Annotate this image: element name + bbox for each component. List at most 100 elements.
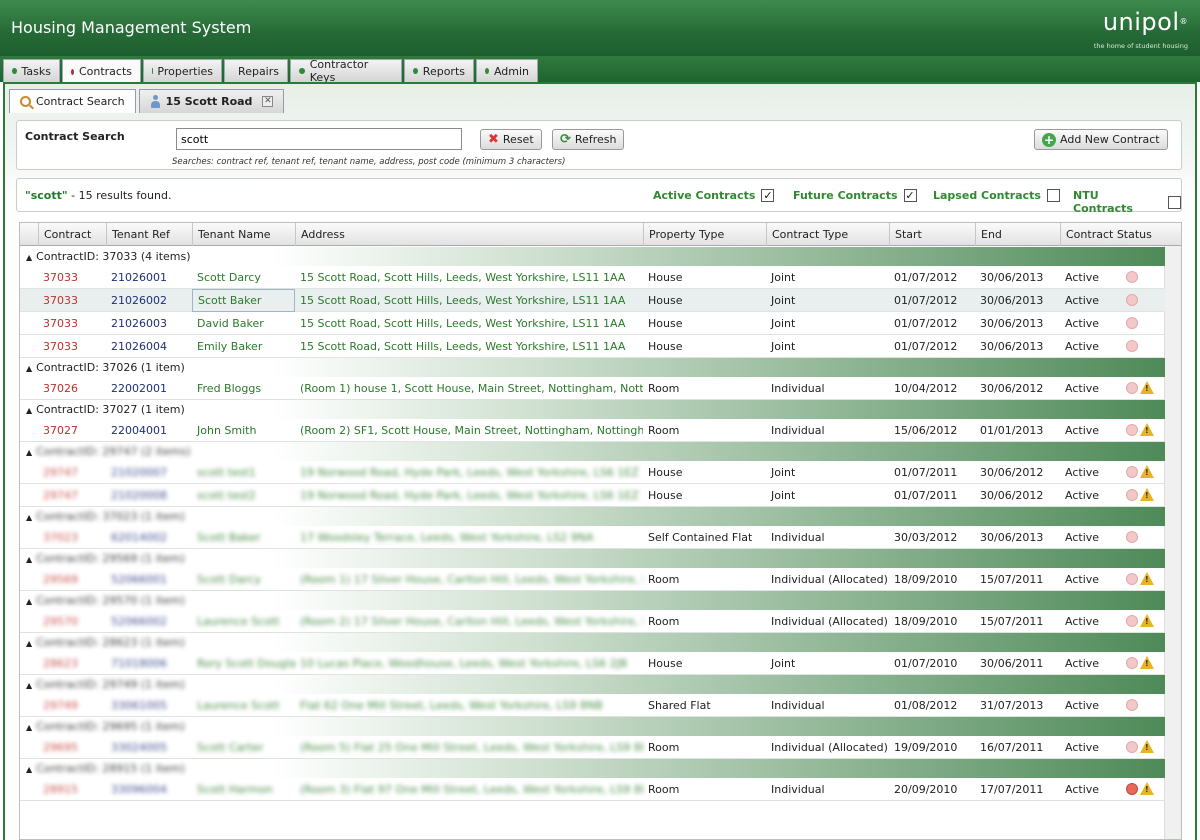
collapse-icon[interactable]: ▲	[26, 443, 32, 462]
cell-contract: 37027	[43, 424, 78, 437]
cell-tenant-name: Scott Baker	[192, 289, 295, 312]
filter-future-contracts[interactable]: Future Contracts ✓	[793, 189, 917, 202]
close-icon[interactable]: ✕	[262, 96, 274, 107]
collapse-icon[interactable]: ▲	[26, 592, 32, 611]
collapse-icon[interactable]: ▲	[26, 718, 32, 737]
tab-tasks[interactable]: Tasks	[3, 59, 60, 82]
table-row[interactable]: 37033 21026003 David Baker 15 Scott Road, S…	[20, 312, 1165, 335]
table-row[interactable]: 29570 52066002 Laurence Scott (Room 2) 17 S…	[20, 610, 1165, 633]
table-row[interactable]: 37026 22002001 Fred Bloggs (Room 1) house 1…	[20, 377, 1165, 400]
search-input[interactable]	[176, 128, 462, 150]
table-row[interactable]: 37027 22004001 John Smith (Room 2) SF1, Sco…	[20, 419, 1165, 442]
tab-contract-search[interactable]: Contract Search	[9, 89, 136, 113]
cell-contract-type: Individual	[771, 531, 825, 544]
group-header[interactable]: ▲ ContractID: 29570 (1 item)	[20, 591, 1165, 610]
group-header[interactable]: ▲ ContractID: 28915 (1 item)	[20, 759, 1165, 778]
group-header[interactable]: ▲ ContractID: 37026 (1 item)	[20, 358, 1165, 377]
table-row[interactable]: 37033 21026002 Scott Baker 15 Scott Road, S…	[20, 289, 1165, 312]
reset-button[interactable]: ✖ Reset	[480, 129, 542, 150]
filter-checkbox[interactable]	[1168, 195, 1181, 209]
group-header[interactable]: ▲ ContractID: 37023 (1 item)	[20, 507, 1165, 526]
grid-scrollbar[interactable]	[1164, 246, 1181, 839]
table-row[interactable]: 29747 21020008 scott test2 19 Norwood Road,…	[20, 484, 1165, 507]
collapse-icon[interactable]: ▲	[26, 401, 32, 420]
column-header-tenant-ref[interactable]: Tenant Ref	[106, 223, 192, 246]
table-row[interactable]: 28915 33096004 Scott Harmon (Room 3) Flat 9…	[20, 778, 1165, 801]
tab-label: Contract Search	[36, 95, 125, 108]
filter-lapsed-contracts[interactable]: Lapsed Contracts	[933, 189, 1060, 202]
cell-property-type: House	[648, 657, 683, 670]
table-row[interactable]: 29749 33061005 Laurence Scott Flat 62 One M…	[20, 694, 1165, 717]
column-header-end[interactable]: End	[975, 223, 1060, 246]
warning-icon: !	[1140, 614, 1154, 627]
reset-label: Reset	[502, 133, 534, 146]
tab-properties[interactable]: Properties	[143, 59, 222, 82]
cell-tenant-ref: 22002001	[111, 382, 167, 395]
tab-admin[interactable]: Admin	[476, 59, 538, 82]
tab-label: Reports	[422, 64, 465, 78]
cell-start: 01/07/2012	[894, 271, 958, 284]
cell-contract: 29747	[43, 466, 78, 479]
add-new-contract-button[interactable]: + Add New Contract	[1034, 129, 1168, 150]
column-header-contract-status[interactable]: Contract Status	[1060, 223, 1165, 246]
collapse-icon[interactable]: ▲	[26, 508, 32, 527]
cell-start: 15/06/2012	[894, 424, 958, 437]
tab-label: Contracts	[78, 65, 132, 78]
cell-address: (Room 1) house 1, Scott House, Main Stre…	[300, 382, 643, 395]
alert-icon	[1126, 294, 1138, 306]
group-header[interactable]: ▲ ContractID: 37027 (1 item)	[20, 400, 1165, 419]
warning-mark: !	[1145, 659, 1149, 668]
refresh-button[interactable]: ⟳ Refresh	[552, 129, 625, 150]
collapse-icon[interactable]: ▲	[26, 248, 32, 267]
collapse-icon[interactable]: ▲	[26, 359, 32, 378]
cell-contract-type: Joint	[771, 294, 796, 307]
group-header[interactable]: ▲ ContractID: 28623 (1 item)	[20, 633, 1165, 652]
table-row[interactable]: 29747 21020007 scott test1 19 Norwood Road,…	[20, 461, 1165, 484]
filter-checkbox[interactable]: ✓	[761, 189, 775, 202]
search-icon	[20, 96, 31, 107]
table-row[interactable]: 37033 21026004 Emily Baker 15 Scott Road, S…	[20, 335, 1165, 358]
cell-start: 01/07/2010	[894, 657, 958, 670]
collapse-icon[interactable]: ▲	[26, 760, 32, 779]
tab-15-scott-road[interactable]: 15 Scott Road ✕	[138, 89, 285, 113]
table-row[interactable]: 29569 52066001 Scott Darcy (Room 1) 17 Silv…	[20, 568, 1165, 591]
cell-property-type: Shared Flat	[648, 699, 711, 712]
group-header[interactable]: ▲ ContractID: 29695 (1 item)	[20, 717, 1165, 736]
cell-property-type: House	[648, 466, 683, 479]
table-row[interactable]: 28623 71018006 Rory Scott Douglas 10 Lucas …	[20, 652, 1165, 675]
collapse-icon[interactable]: ▲	[26, 676, 32, 695]
filter-checkbox[interactable]	[1046, 189, 1060, 202]
table-row[interactable]: 37033 21026001 Scott Darcy 15 Scott Road, S…	[20, 266, 1165, 289]
column-header-start[interactable]: Start	[889, 223, 975, 246]
filter-ntu-contracts[interactable]: NTU Contracts	[1073, 189, 1181, 215]
cell-tenant-ref: 33061005	[111, 699, 167, 712]
column-header-tenant-name[interactable]: Tenant Name	[192, 223, 295, 246]
group-header[interactable]: ▲ ContractID: 29747 (2 items)	[20, 442, 1165, 461]
column-header-property-type[interactable]: Property Type	[643, 223, 766, 246]
group-label: ContractID: 29695 (1 item)	[36, 720, 185, 733]
column-header-contract-type[interactable]: Contract Type	[766, 223, 889, 246]
tab-label: 15 Scott Road	[165, 95, 253, 108]
tab-reports[interactable]: Reports	[404, 59, 474, 82]
alert-icon	[1126, 271, 1138, 283]
cell-start: 01/07/2011	[894, 466, 958, 479]
cell-tenant-name: scott test1	[197, 466, 256, 479]
collapse-icon[interactable]: ▲	[26, 634, 32, 653]
warning-icon: !	[1140, 572, 1154, 585]
collapse-icon[interactable]: ▲	[26, 550, 32, 569]
filter-active-contracts[interactable]: Active Contracts ✓	[653, 189, 775, 202]
filter-checkbox[interactable]: ✓	[903, 189, 917, 202]
table-row[interactable]: 29695 33024005 Scott Carter (Room 5) Flat 2…	[20, 736, 1165, 759]
cell-property-type: Room	[648, 573, 680, 586]
cell-tenant-ref: 71018006	[111, 657, 167, 670]
tab-contractor-keys[interactable]: Contractor Keys	[290, 58, 402, 84]
tab-repairs[interactable]: Repairs	[224, 59, 288, 82]
group-header[interactable]: ▲ ContractID: 29749 (1 item)	[20, 675, 1165, 694]
group-header[interactable]: ▲ ContractID: 37033 (4 items)	[20, 247, 1165, 266]
column-header-contract[interactable]: Contract	[38, 223, 106, 246]
group-header[interactable]: ▲ ContractID: 29569 (1 item)	[20, 549, 1165, 568]
cell-contract-type: Joint	[771, 466, 796, 479]
column-header-address[interactable]: Address	[295, 223, 643, 246]
tab-contracts[interactable]: Contracts	[62, 59, 141, 83]
table-row[interactable]: 37023 62014002 Scott Baker 17 Woodsley Terr…	[20, 526, 1165, 549]
